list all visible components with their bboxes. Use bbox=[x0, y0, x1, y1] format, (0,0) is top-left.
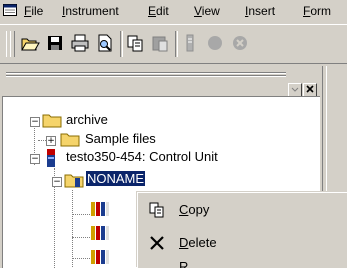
tree-collapse-toggle[interactable]: − bbox=[52, 177, 62, 187]
context-menu: Copy Delete R bbox=[137, 192, 347, 268]
close-icon bbox=[306, 85, 314, 93]
tree-connector bbox=[72, 258, 90, 259]
open-folder-icon[interactable] bbox=[20, 33, 40, 53]
paste-icon[interactable] bbox=[150, 33, 170, 53]
toolbar-separator bbox=[120, 31, 123, 57]
copy-icon[interactable] bbox=[125, 33, 145, 53]
pane-header[interactable] bbox=[2, 67, 318, 77]
menu-file[interactable]: File bbox=[24, 4, 43, 18]
folder-icon bbox=[64, 174, 84, 188]
minimize-pane-button[interactable] bbox=[288, 83, 302, 97]
tree-connector bbox=[72, 214, 90, 215]
tree-expand-toggle[interactable]: + bbox=[46, 136, 56, 146]
menu-bar: File Instrument Edit View Insert Form bbox=[0, 0, 347, 23]
tree-node-control-unit[interactable]: testo350-454: Control Unit bbox=[66, 149, 218, 164]
tree-collapse-toggle[interactable]: − bbox=[30, 154, 40, 164]
record-icon[interactable] bbox=[205, 33, 225, 53]
print-icon[interactable] bbox=[70, 33, 90, 53]
stop-icon[interactable] bbox=[230, 33, 250, 53]
menu-edit[interactable]: Edit bbox=[148, 4, 169, 18]
measurement-data-icon[interactable] bbox=[90, 248, 110, 266]
context-menu-label: Delete bbox=[179, 235, 217, 250]
toolbar-grip[interactable] bbox=[10, 31, 15, 57]
print-preview-icon[interactable] bbox=[95, 33, 115, 53]
context-menu-delete[interactable]: Delete bbox=[141, 231, 347, 255]
close-pane-button[interactable] bbox=[303, 83, 317, 97]
menu-view[interactable]: View bbox=[194, 4, 220, 18]
menu-insert[interactable]: Insert bbox=[245, 4, 275, 18]
toolbar-separator bbox=[175, 31, 178, 57]
tree-node-archive[interactable]: archive bbox=[66, 112, 108, 127]
chevron-down-icon bbox=[291, 87, 299, 92]
save-icon[interactable] bbox=[45, 33, 65, 53]
context-menu-item-partial[interactable]: R bbox=[141, 255, 347, 268]
app-icon bbox=[3, 4, 17, 16]
copy-icon bbox=[149, 202, 164, 218]
instrument-icon[interactable] bbox=[180, 33, 200, 53]
instrument-icon bbox=[47, 149, 55, 167]
tree-connector bbox=[72, 190, 73, 267]
folder-icon bbox=[42, 114, 62, 128]
menu-format[interactable]: Form bbox=[303, 4, 331, 18]
menu-instrument[interactable]: Instrument bbox=[62, 4, 119, 18]
context-menu-copy[interactable]: Copy bbox=[141, 198, 347, 222]
folder-icon bbox=[60, 133, 80, 147]
measurement-data-icon[interactable] bbox=[90, 200, 110, 218]
tree-node-noname[interactable]: NONAME bbox=[84, 170, 147, 187]
tree-connector bbox=[38, 140, 46, 141]
context-menu-label: Copy bbox=[179, 202, 210, 217]
delete-icon bbox=[150, 236, 164, 250]
toolbar bbox=[0, 24, 347, 64]
measurement-data-icon[interactable] bbox=[90, 224, 110, 242]
tree-node-sample-files[interactable]: Sample files bbox=[85, 131, 156, 146]
tree-collapse-toggle[interactable]: − bbox=[30, 117, 40, 127]
tree-connector bbox=[72, 237, 90, 238]
